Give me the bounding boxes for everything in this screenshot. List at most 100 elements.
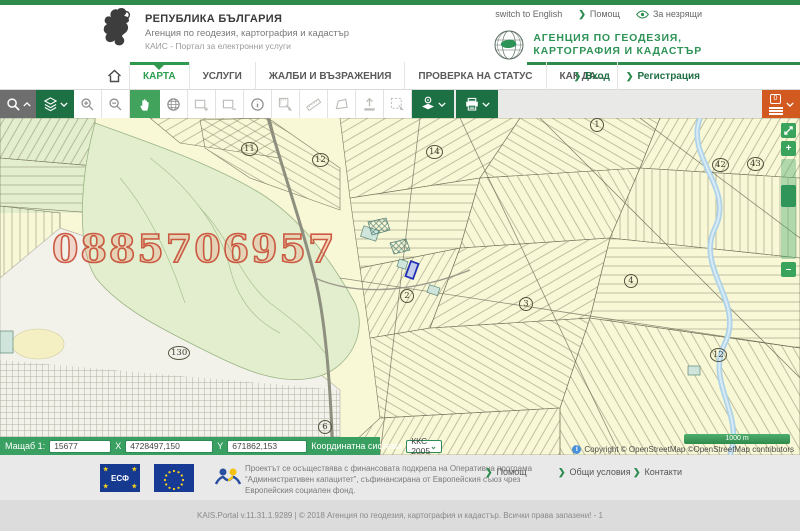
footer-help-link[interactable]: ❯Помощ: [485, 467, 527, 477]
map-sheet-number: 12: [312, 153, 329, 167]
zoom-out-map-button[interactable]: –: [781, 262, 796, 277]
map-statusbar: Мащаб 1: X Y Координатна система ККС 200…: [0, 437, 380, 455]
esf-logo: ★★ ЕСФ ★★: [100, 464, 140, 492]
tab-zhalbi[interactable]: ЖАЛБИ И ВЪЗРАЖЕНИЯ: [256, 62, 406, 90]
header: РЕПУБЛИКА БЪЛГАРИЯ Агенция по геодезия, …: [0, 5, 800, 62]
footer-contacts-link[interactable]: ❯Контакти: [633, 467, 682, 477]
home-icon: [107, 69, 122, 83]
map-sheet-number: 130: [168, 346, 190, 360]
auth-links: ❯Вход ❯Регистрация: [574, 62, 700, 90]
chevron-down-icon: [482, 102, 490, 107]
rect-plus-icon: [194, 97, 209, 112]
map-viewport[interactable]: 0885706957 11 12 14 1 42 43 4 12 2 3 130…: [0, 118, 800, 455]
chevron-right-icon: ❯: [626, 72, 634, 81]
crs-select[interactable]: ККС 2005 ⌄: [406, 440, 442, 453]
upload-button[interactable]: [356, 90, 384, 118]
zoom-out-button[interactable]: [102, 90, 130, 118]
printer-icon: [464, 97, 480, 112]
expand-icon: [784, 126, 793, 135]
footer: ★★ ЕСФ ★★ Проектът се осъществява с фина…: [0, 455, 800, 531]
map-attribution: i Copyright © OpenStreetMap ©OpenStreetM…: [572, 445, 794, 454]
map-sheet-number: 42: [712, 158, 729, 172]
main-nav: КАРТА УСЛУГИ ЖАЛБИ И ВЪЗРАЖЕНИЯ ПРОВЕРКА…: [0, 62, 800, 90]
layers-button[interactable]: [36, 90, 74, 118]
tab-karta[interactable]: КАРТА: [130, 62, 190, 90]
x-coordinate-input[interactable]: [125, 440, 213, 453]
fullscreen-button[interactable]: [781, 123, 796, 138]
osm-info-icon: i: [572, 445, 581, 454]
map-sheet-number: 14: [426, 145, 443, 159]
info-layers-button[interactable]: [412, 90, 454, 118]
version-text: KAIS.Portal v.11.31.1.9289 | © 2018 Аген…: [197, 511, 603, 520]
layers-icon: [43, 97, 58, 112]
map-sheet-number: 6: [318, 420, 332, 434]
footer-logos: ★★ ЕСФ ★★: [100, 464, 248, 492]
coat-of-arms-logo: [100, 7, 136, 49]
pan-button[interactable]: [130, 90, 160, 118]
chevron-right-icon: ❯: [633, 468, 641, 477]
chevron-down-icon: [438, 102, 446, 107]
login-link[interactable]: ❯Вход: [574, 71, 610, 82]
feature-info-button[interactable]: [244, 90, 272, 118]
zoom-slider-handle[interactable]: [781, 185, 796, 207]
y-label: Y: [217, 441, 223, 451]
notification-badge: 0: [770, 94, 782, 104]
zoom-box-out-button[interactable]: [216, 90, 244, 118]
map-sheet-number: 3: [519, 297, 533, 311]
info-layers-icon: [420, 96, 436, 112]
info-icon: [250, 97, 265, 112]
version-strip: KAIS.Portal v.11.31.1.9289 | © 2018 Аген…: [0, 500, 800, 531]
chevron-right-icon: ❯: [574, 72, 582, 81]
register-link[interactable]: ❯Регистрация: [626, 71, 700, 82]
help-link[interactable]: ❯Помощ: [578, 9, 620, 19]
kais-portal-page: РЕПУБЛИКА БЪЛГАРИЯ Агенция по геодезия, …: [0, 0, 800, 531]
map-scalebar: 1000 m: [684, 434, 790, 444]
print-button[interactable]: [456, 90, 498, 118]
brand-block: РЕПУБЛИКА БЪЛГАРИЯ Агенция по геодезия, …: [100, 7, 349, 51]
map-sheet-number: 2: [400, 289, 414, 303]
agency-logo-text: АГЕНЦИЯ ПО ГЕОДЕЗИЯ, КАРТОГРАФИЯ И КАДАС…: [533, 32, 702, 58]
tab-proverka-status[interactable]: ПРОВЕРКА НА СТАТУС: [405, 62, 546, 90]
search-button[interactable]: [0, 90, 36, 118]
map-sheet-number: 12: [710, 348, 727, 362]
footer-terms-link[interactable]: ❯Общи условия: [558, 467, 631, 477]
home-button[interactable]: [100, 62, 130, 90]
square-ruler-icon: [278, 97, 293, 112]
zoom-slider-track[interactable]: [781, 159, 796, 259]
globe-button[interactable]: [160, 90, 188, 118]
scale-input[interactable]: [49, 440, 111, 453]
ruler-icon: [306, 97, 321, 112]
map-sheet-number: 43: [747, 157, 764, 171]
polygon-icon: [334, 97, 349, 112]
accessibility-link[interactable]: За незрящи: [636, 9, 702, 19]
map-zoom-control: + –: [781, 123, 796, 280]
globe-icon: [166, 97, 181, 112]
zoom-out-icon: [108, 97, 123, 112]
chevron-up-icon: [23, 102, 31, 107]
cadastral-map-canvas: [0, 118, 800, 455]
y-coordinate-input[interactable]: [227, 440, 307, 453]
map-toolbar: 0: [0, 90, 800, 118]
notifications-icon: 0: [769, 94, 783, 115]
chevron-down-icon: [60, 102, 68, 107]
tab-uslugi[interactable]: УСЛУГИ: [190, 62, 256, 90]
measure-select-button[interactable]: [272, 90, 300, 118]
chevron-right-icon: ❯: [578, 10, 586, 19]
select-features-button[interactable]: [384, 90, 412, 118]
agency-subtitle: Агенция по геодезия, картография и кадас…: [145, 28, 349, 39]
zoom-in-button[interactable]: [74, 90, 102, 118]
switch-to-english-link[interactable]: switch to English: [495, 9, 562, 19]
zoom-in-map-button[interactable]: +: [781, 141, 796, 156]
hand-pan-icon: [138, 97, 153, 112]
zoom-box-in-button[interactable]: [188, 90, 216, 118]
map-sheet-number: 11: [241, 142, 258, 156]
zoom-in-icon: [80, 97, 95, 112]
notifications-button[interactable]: 0: [762, 90, 800, 118]
measure-distance-button[interactable]: [300, 90, 328, 118]
globe-logo-icon: [493, 29, 525, 61]
select-rect-icon: [390, 97, 405, 112]
chevron-right-icon: ❯: [485, 468, 493, 477]
chevron-right-icon: ❯: [558, 468, 566, 477]
search-icon: [6, 97, 21, 112]
measure-area-button[interactable]: [328, 90, 356, 118]
